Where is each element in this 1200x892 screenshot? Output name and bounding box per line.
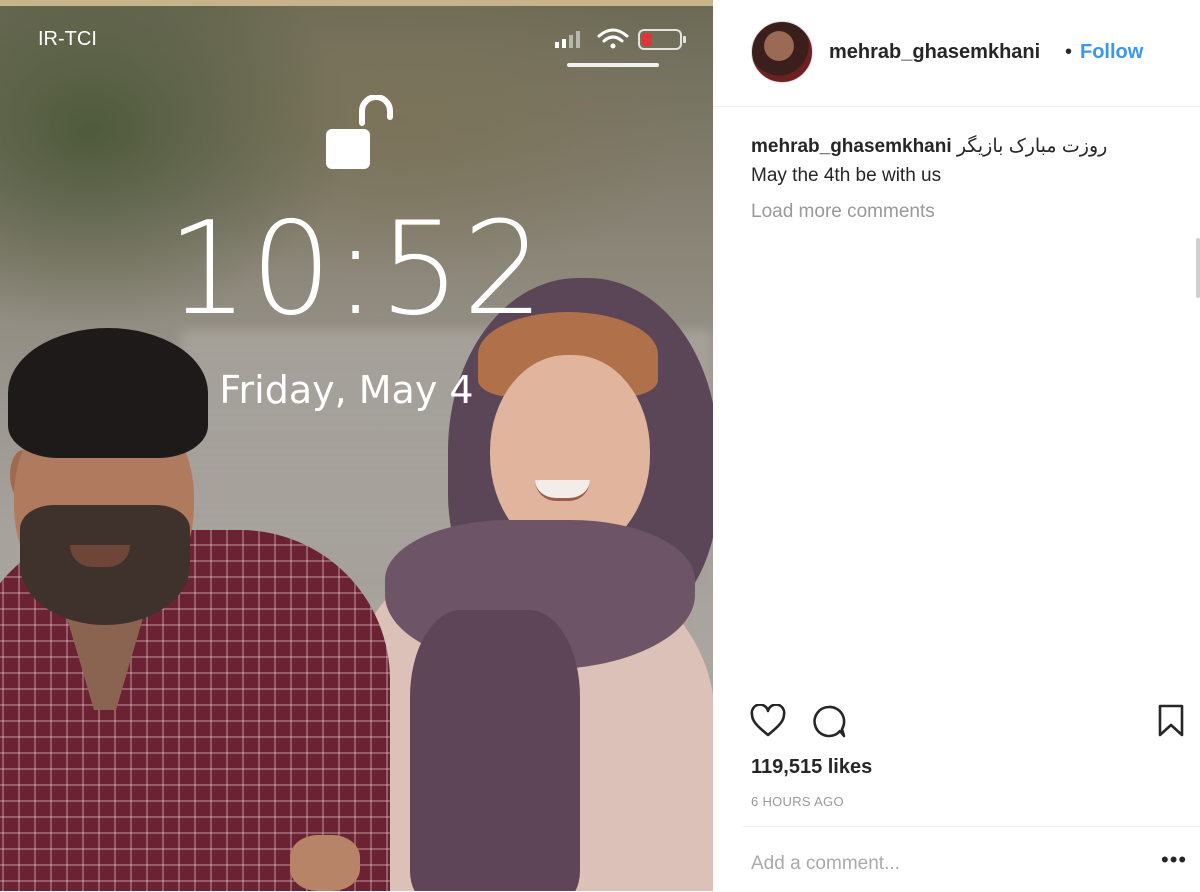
post-panel: mehrab_ghasemkhani • Follow mehrab_ghase… xyxy=(713,0,1200,891)
bookmark-icon[interactable] xyxy=(1157,704,1185,738)
hand xyxy=(290,835,360,891)
username-link[interactable]: mehrab_ghasemkhani xyxy=(829,41,1040,64)
separator-dot: • xyxy=(1065,41,1073,63)
scrollbar[interactable] xyxy=(1196,238,1200,298)
caption-text-fa: روزت مبارک بازیگر xyxy=(956,136,1108,157)
heart-icon[interactable] xyxy=(749,704,787,738)
caption-username[interactable]: mehrab_ghasemkhani xyxy=(751,136,952,157)
woman-scarf-end xyxy=(410,610,580,891)
battery-icon xyxy=(638,29,686,50)
more-options-icon[interactable]: ••• xyxy=(1161,849,1187,871)
avatar[interactable] xyxy=(751,21,813,83)
post-image[interactable]: IR-TCI 10:52 Friday, May 4 xyxy=(0,0,713,891)
comment-form: ••• xyxy=(743,826,1200,892)
likes-count[interactable]: 119,515 likes xyxy=(751,756,872,779)
follow-button[interactable]: Follow xyxy=(1080,41,1143,64)
status-icons xyxy=(555,28,686,50)
post-timestamp[interactable]: 6 HOURS AGO xyxy=(751,794,844,809)
post-caption: mehrab_ghasemkhani روزت مبارک بازیگر May… xyxy=(751,132,1171,190)
caption-text-en: May the 4th be with us xyxy=(751,165,942,186)
cellular-signal-icon xyxy=(555,31,580,48)
unlocked-padlock-icon xyxy=(326,95,393,169)
lockscreen-time: 10:52 xyxy=(167,195,546,344)
home-indicator xyxy=(567,63,659,67)
comment-bubble-icon[interactable] xyxy=(811,704,847,740)
carrier-label: IR-TCI xyxy=(38,28,97,50)
action-bar xyxy=(713,690,1200,750)
load-more-comments[interactable]: Load more comments xyxy=(751,200,1051,218)
lockscreen-date: Friday, May 4 xyxy=(219,368,474,412)
wifi-icon xyxy=(597,28,629,49)
post-header: mehrab_ghasemkhani • Follow xyxy=(713,0,1200,107)
comment-input[interactable] xyxy=(751,853,1131,875)
